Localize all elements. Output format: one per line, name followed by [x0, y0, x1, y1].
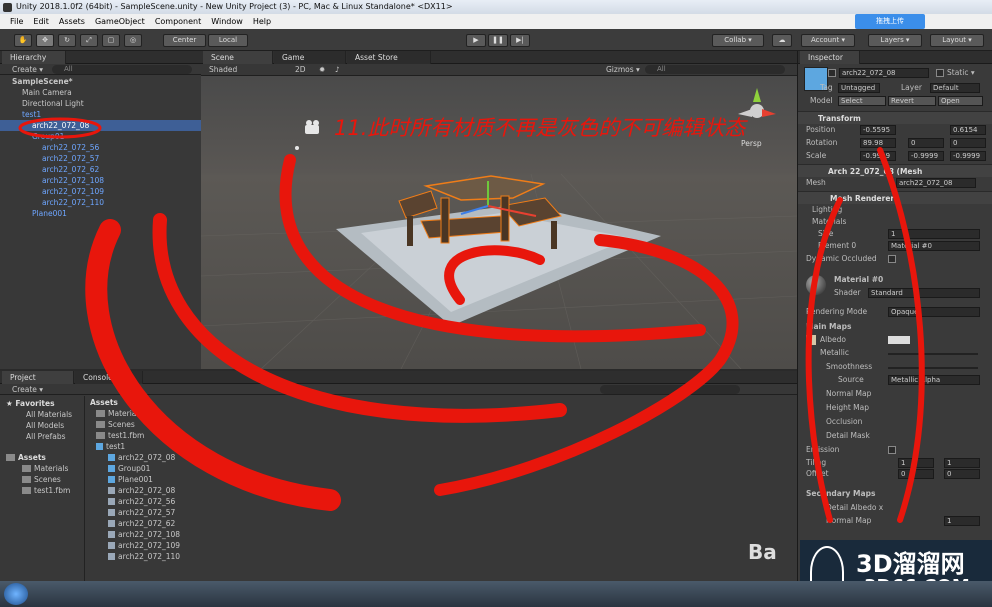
annotation-strokes — [18, 117, 925, 523]
inspector-line-1 — [805, 197, 843, 523]
watermark-brand: 3D溜溜网 — [856, 550, 965, 578]
hand-arrow-stroke-4 — [434, 234, 739, 496]
windows-taskbar — [0, 581, 992, 607]
start-button-icon[interactable] — [4, 583, 28, 605]
highlight-circle — [18, 117, 102, 139]
inspector-line-2 — [877, 147, 925, 523]
hand-arrow-stroke-1 — [85, 219, 341, 511]
hand-arrow-stroke-5 — [444, 245, 545, 305]
baidu-watermark: Ba — [748, 540, 777, 564]
red-annotation-overlay: 11.此时所有材质不再是灰色的不可编辑状态 — [18, 116, 925, 523]
annotation-text: 11.此时所有材质不再是灰色的不可编辑状态 — [334, 116, 748, 140]
